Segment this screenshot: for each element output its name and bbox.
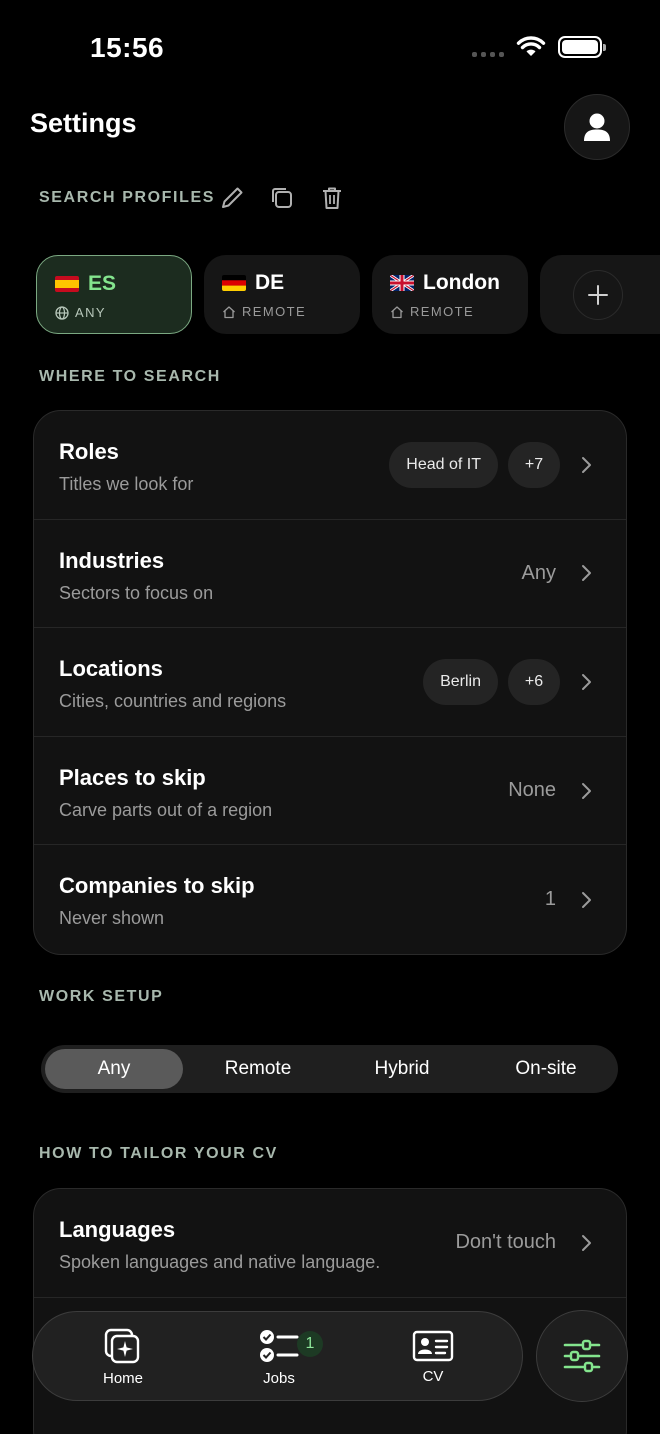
home-icon (223, 305, 235, 318)
row-subtitle: Spoken languages and native language. (59, 1252, 381, 1272)
copy-icon (272, 188, 292, 208)
row-subtitle: Carve parts out of a region (59, 799, 273, 820)
row-title: Locations (59, 656, 163, 682)
row-value: Don't touch (455, 1231, 556, 1254)
work-setup-option-any[interactable]: Any (45, 1049, 183, 1089)
row-title: Languages (59, 1217, 176, 1242)
chevron-right-icon (582, 782, 591, 799)
tailor-cv-label: HOW TO TAILOR YOUR CV (39, 1145, 278, 1162)
more-count-chip: +7 (508, 441, 560, 488)
work-setup-option-hybrid[interactable]: Hybrid (333, 1049, 471, 1089)
id-card-icon (412, 1330, 454, 1361)
spain-flag-icon (55, 276, 79, 292)
chevron-right-icon (582, 456, 591, 473)
row-value: 1 (544, 888, 556, 911)
row-value: Any (521, 561, 556, 584)
trash-icon (323, 187, 341, 209)
roles-row[interactable]: Roles Titles we look for Head of IT +7 (34, 411, 626, 520)
tab-jobs[interactable]: Jobs (219, 1312, 339, 1402)
wifi-icon (516, 36, 546, 56)
home-icon (391, 305, 403, 318)
row-value: None (508, 779, 556, 802)
profile-card-london[interactable]: London REMOTE (372, 255, 528, 334)
profile-card-de[interactable]: DE REMOTE (204, 255, 360, 334)
globe-icon (55, 305, 69, 320)
locations-row[interactable]: Locations Cities, countries and regions … (34, 628, 626, 737)
checklist-icon (260, 1329, 299, 1362)
status-icons (472, 36, 606, 58)
profile-name: London (423, 271, 500, 294)
page-title: Settings (30, 108, 137, 138)
person-icon (584, 113, 610, 141)
pencil-icon (222, 187, 243, 208)
row-title: Places to skip (59, 764, 206, 790)
plus-icon (588, 285, 608, 305)
row-subtitle: Cities, countries and regions (59, 691, 287, 712)
industries-row[interactable]: Industries Sectors to focus on Any (34, 520, 626, 629)
work-setup-option-remote[interactable]: Remote (189, 1049, 327, 1089)
role-chip: Head of IT (389, 441, 498, 488)
status-bar: 15:56 (0, 0, 660, 90)
more-count-chip: +6 (508, 658, 560, 705)
search-profiles-label: SEARCH PROFILES (39, 189, 216, 206)
delete-profile-button[interactable] (318, 184, 346, 212)
tab-cv[interactable]: CV (373, 1312, 493, 1402)
profile-carousel[interactable]: ES ANY DE REMOTE London REMOTE (36, 255, 660, 335)
profile-name: DE (255, 271, 285, 294)
row-title: Roles (59, 439, 119, 464)
where-to-search-card: Roles Titles we look for Head of IT +7 I… (33, 410, 627, 955)
profile-mode: REMOTE (410, 304, 475, 319)
row-subtitle: Never shown (59, 908, 165, 929)
edit-profile-button[interactable] (218, 184, 246, 212)
tab-home[interactable]: Home (63, 1312, 183, 1402)
uk-flag-icon (390, 275, 414, 291)
profile-mode: REMOTE (242, 304, 307, 319)
profile-avatar-button[interactable] (564, 94, 630, 160)
work-setup-segmented-control: Any Remote Hybrid On-site (41, 1045, 618, 1093)
places-to-skip-row[interactable]: Places to skip Carve parts out of a regi… (34, 737, 626, 846)
row-subtitle: Sectors to focus on (59, 582, 214, 603)
companies-to-skip-row[interactable]: Companies to skip Never shown 1 (34, 845, 626, 954)
tab-bar: Home Jobs 1 CV (32, 1311, 523, 1401)
add-profile-button[interactable] (573, 270, 623, 320)
chevron-right-icon (582, 1234, 591, 1251)
tab-label: Jobs (263, 1369, 295, 1387)
row-title: Companies to skip (59, 873, 255, 899)
jobs-count-badge: 1 (297, 1331, 323, 1357)
status-time: 15:56 (90, 32, 165, 63)
location-chip: Berlin (423, 658, 498, 705)
work-setup-label: WORK SETUP (39, 988, 164, 1005)
row-title: Industries (59, 547, 165, 573)
chevron-right-icon (582, 565, 591, 582)
chevron-right-icon (582, 673, 591, 690)
sliders-icon (563, 1339, 601, 1373)
profile-name: ES (88, 272, 117, 295)
chevron-right-icon (582, 891, 591, 908)
tab-label: Home (102, 1369, 143, 1387)
home-sparkle-icon (104, 1328, 140, 1363)
profile-mode: ANY (75, 305, 106, 320)
tab-settings[interactable] (536, 1310, 628, 1402)
languages-row[interactable]: Languages Spoken languages and native la… (34, 1189, 626, 1298)
profile-card-es[interactable]: ES ANY (36, 255, 192, 334)
row-subtitle: Titles we look for (59, 474, 194, 494)
battery-icon (558, 36, 606, 58)
profile-tools (218, 184, 346, 212)
work-setup-option-onsite[interactable]: On-site (477, 1049, 615, 1089)
cellular-signal-icon (472, 37, 504, 57)
germany-flag-icon (222, 275, 246, 291)
where-to-search-label: WHERE TO SEARCH (39, 368, 221, 385)
tab-label: CV (422, 1367, 444, 1385)
duplicate-profile-button[interactable] (268, 184, 296, 212)
